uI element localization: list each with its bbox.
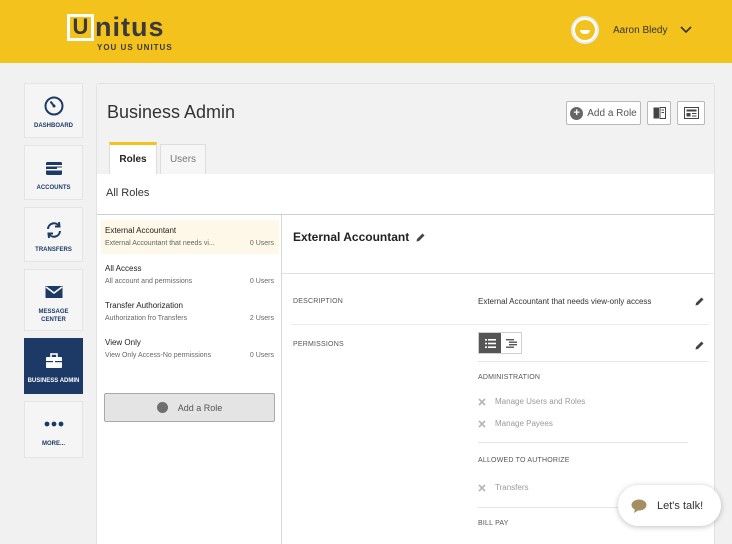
sidebar-item-label: MESSAGE CENTER [38,309,69,323]
role-user-count: 2 Users [249,315,274,322]
page-title: Business Admin [107,102,236,122]
permissions-view-toggle [478,332,522,354]
role-name: View Only [105,338,141,347]
role-user-count: 0 Users [249,278,274,285]
tab-users[interactable]: Users [160,144,206,174]
list-view-button[interactable] [479,333,501,353]
x-icon [478,419,486,428]
more-dots-icon [44,421,63,427]
role-detail-name: External Accountant [293,230,410,244]
briefcase-icon [45,353,62,368]
user-menu[interactable]: Aaron Bledy [571,16,693,44]
sidebar-item-message-center[interactable]: MESSAGE CENTER [24,269,83,331]
newspaper-view-button[interactable] [677,101,705,125]
tab-roles[interactable]: Roles [109,142,157,174]
newspaper-icon [683,107,699,119]
divider [97,214,714,215]
permission-label: Transfers [495,483,529,492]
x-icon [478,483,486,492]
chat-widget[interactable]: Let's talk! [618,485,721,526]
pencil-icon[interactable] [694,296,705,307]
pencil-icon[interactable] [694,340,705,351]
gauge-icon [44,96,63,116]
logo-tagline: YOU US UNITUS [97,43,173,52]
divider [281,215,282,544]
role-item-view-only[interactable]: View Only View Only Access-No permission… [101,332,279,366]
panel-header: Business Admin + Add a Role Roles Users [97,84,714,174]
role-user-count: 0 Users [249,240,274,247]
role-name: External Accountant [105,226,177,235]
logo-letter: U [72,14,89,39]
x-icon [478,397,486,406]
role-user-count: 0 Users [249,352,274,359]
sidebar-item-label: ACCOUNTS [36,185,71,191]
role-item-all-access[interactable]: All Access All account and permissions 0 … [101,258,279,292]
user-name: Aaron Bledy [613,24,668,36]
divider [478,361,708,362]
sidebar-item-accounts[interactable]: ACCOUNTS [24,145,83,200]
role-item-external-accountant[interactable]: External Accountant External Accountant … [101,220,279,254]
role-detail-title: External Accountant [293,230,426,244]
add-role-header-button[interactable]: + Add a Role [566,101,641,125]
chevron-down-icon[interactable] [680,26,693,34]
permissions-label: PERMISSIONS [293,341,344,348]
role-description: All account and permissions [105,278,193,285]
business-admin-panel: Business Admin + Add a Role Roles Users … [96,83,715,544]
divider [282,273,714,274]
role-name: Transfer Authorization [105,301,183,310]
permission-item: Manage Payees [478,419,553,428]
sidebar-item-label: DASHBOARD [34,123,73,129]
permission-item: Transfers [478,483,529,492]
envelope-icon [45,286,62,298]
description-label: DESCRIPTION [293,298,344,305]
permission-group-title: ADMINISTRATION [478,374,541,381]
role-item-transfer-authorization[interactable]: Transfer Authorization Authorization fro… [101,295,279,329]
circle-icon [156,402,168,413]
divider [478,442,688,443]
avatar [571,16,599,44]
sidebar-item-dashboard[interactable]: DASHBOARD [24,83,83,138]
chat-bubble-icon [631,499,647,513]
role-description: Authorization fro Transfers [105,315,188,322]
permission-label: Manage Users and Roles [495,397,586,406]
add-role-label: Add a Role [177,402,223,413]
add-role-header-label: Add a Role [587,107,637,119]
add-role-button[interactable]: Add a Role [104,393,275,422]
logo-word: nitus [95,11,165,42]
permission-item: Manage Users and Roles [478,397,585,406]
role-description: View Only Access-No permissions [105,352,212,359]
indent-list-icon [505,338,517,348]
unitus-logo[interactable]: U nitus YOU US UNITUS [67,12,173,52]
pencil-icon[interactable] [415,232,426,243]
list-icon [484,338,496,348]
chat-label: Let's talk! [657,499,704,512]
indent-view-button[interactable] [501,333,521,353]
divider [291,324,709,325]
permission-group-title: BILL PAY [478,520,509,527]
top-header: U nitus YOU US UNITUS Aaron Bledy [0,0,732,63]
role-description: External Accountant that needs vi... [105,240,215,247]
wallet-icon [45,162,62,175]
plus-icon: + [570,106,584,120]
sidebar-item-label: TRANSFERS [35,247,72,253]
book-view-button[interactable] [647,101,671,125]
permission-group-title: ALLOWED TO AUTHORIZE [478,457,570,464]
sidebar-item-label: BUSINESS ADMIN [27,378,80,384]
sidebar-item-transfers[interactable]: TRANSFERS [24,207,83,262]
sidebar-item-business-admin[interactable]: BUSINESS ADMIN [24,338,83,394]
refresh-arrows-icon [46,221,61,239]
permission-label: Manage Payees [495,419,553,428]
sidebar-item-more[interactable]: MORE... [24,401,83,458]
sidebar-item-label: MORE... [41,441,65,447]
book-icon [653,107,666,119]
role-name: All Access [105,264,142,273]
description-value: External Accountant that needs view-only… [478,297,652,306]
section-title: All Roles [106,187,150,199]
